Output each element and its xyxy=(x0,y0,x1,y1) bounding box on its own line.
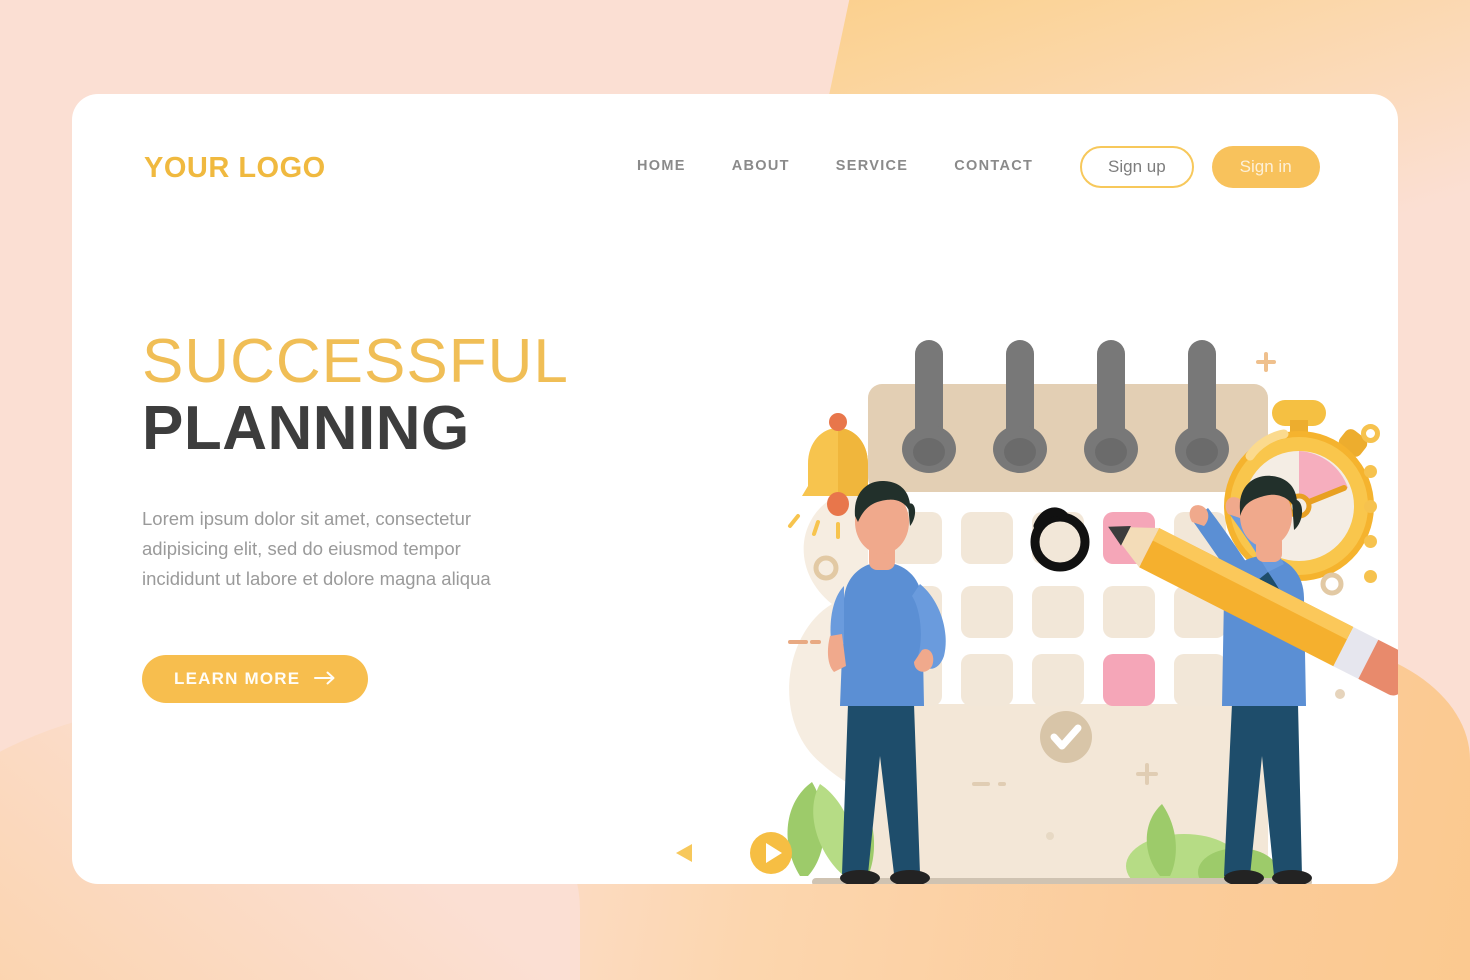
hero-copy: SUCCESSFUL PLANNING Lorem ipsum dolor si… xyxy=(142,327,662,704)
nav-item-about[interactable]: ABOUT xyxy=(732,158,790,174)
calendar-cell xyxy=(961,512,1013,564)
calendar-cell xyxy=(1032,654,1084,706)
check-badge-icon xyxy=(1040,711,1092,763)
calendar-cell-highlighted xyxy=(1103,654,1155,706)
prev-arrow-icon[interactable] xyxy=(672,840,698,871)
hero-headline-line2: PLANNING xyxy=(142,394,470,464)
carousel-controls xyxy=(672,832,792,879)
nav-item-service[interactable]: SERVICE xyxy=(836,158,909,174)
hero-headline-line1: SUCCESSFUL xyxy=(142,327,569,396)
calendar-planning-illustration xyxy=(672,204,1398,884)
slide-dot-1[interactable] xyxy=(1361,424,1380,443)
slide-dot-4[interactable] xyxy=(1364,535,1377,548)
calendar-cell xyxy=(961,654,1013,706)
calendar-cell xyxy=(1103,586,1155,638)
calendar-cell xyxy=(961,586,1013,638)
learn-more-label: LEARN MORE xyxy=(174,669,301,689)
slide-dot-2[interactable] xyxy=(1364,465,1377,478)
slide-dot-5[interactable] xyxy=(1364,570,1377,583)
calendar-cell xyxy=(1174,654,1226,706)
sign-up-button[interactable]: Sign up xyxy=(1080,146,1194,188)
nav-item-home[interactable]: HOME xyxy=(637,158,686,174)
slide-indicator-dots xyxy=(1361,424,1380,583)
nav-item-contact[interactable]: CONTACT xyxy=(954,158,1033,174)
sign-in-button[interactable]: Sign in xyxy=(1211,146,1320,188)
slide-dot-3[interactable] xyxy=(1364,500,1377,513)
plus-decoration xyxy=(1256,352,1276,372)
site-logo[interactable]: YOUR LOGO xyxy=(144,152,326,185)
ring-decoration xyxy=(1320,572,1344,596)
arrow-right-icon xyxy=(314,671,336,688)
landing-page-card: YOUR LOGO HOME ABOUT SERVICE CONTACT Sig… xyxy=(72,94,1398,884)
dot-decoration xyxy=(1335,689,1345,699)
auth-buttons: Sign up Sign in xyxy=(1080,146,1320,188)
main-navigation: HOME ABOUT SERVICE CONTACT xyxy=(637,158,1033,174)
hero-paragraph: Lorem ipsum dolor sit amet, consectetur … xyxy=(142,507,491,589)
learn-more-button[interactable]: LEARN MORE xyxy=(142,655,369,704)
calendar-cell xyxy=(1032,586,1084,638)
play-button-icon[interactable] xyxy=(750,832,792,879)
